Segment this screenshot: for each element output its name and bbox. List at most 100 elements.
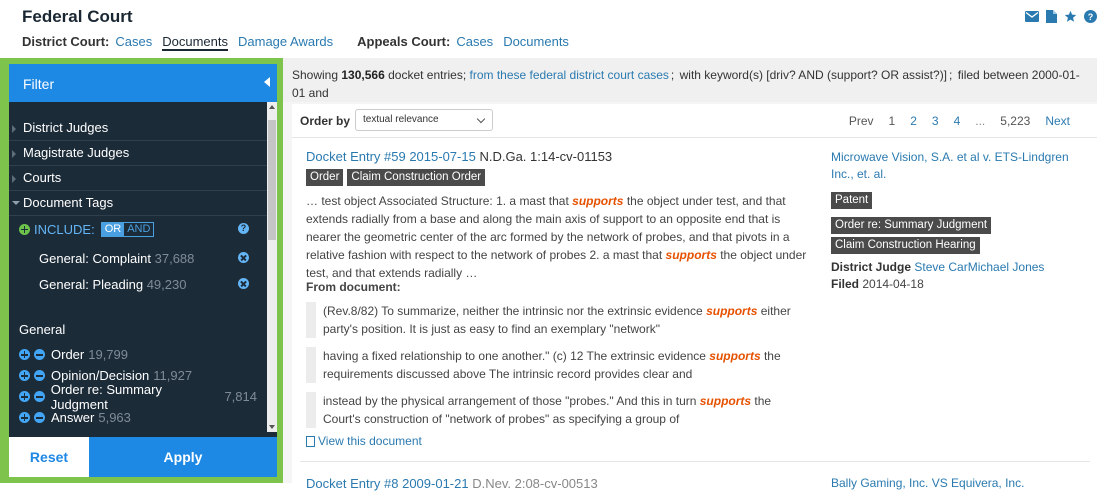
- district-damage-awards-link[interactable]: Damage Awards: [238, 34, 333, 49]
- district-cases-link[interactable]: Cases: [115, 34, 152, 49]
- case-name-link[interactable]: Bally Gaming, Inc. VS Equivera, Inc.: [831, 476, 1024, 490]
- sidebar-scrollbar[interactable]: [267, 102, 277, 432]
- judge-label: District Judge: [831, 260, 912, 274]
- section-magistrate-judges[interactable]: Magistrate Judges: [9, 141, 267, 166]
- header-icons: ?: [1025, 10, 1097, 23]
- help-icon[interactable]: ?: [1084, 10, 1097, 23]
- keyword-filter-text: with keyword(s) [driv? AND (support? OR …: [679, 68, 948, 82]
- remove-icon[interactable]: [238, 278, 249, 289]
- order-by-value: textual relevance: [363, 114, 439, 125]
- filter-item-label: Order: [51, 347, 85, 362]
- reset-button[interactable]: Reset: [9, 437, 89, 477]
- next-page-button[interactable]: Next: [1045, 114, 1070, 128]
- caret-right-icon: [12, 150, 16, 158]
- tag-badge: Claim Construction Order: [347, 169, 486, 186]
- section-label: District Judges: [23, 120, 109, 135]
- judge-link[interactable]: Steve CarMichael Jones: [914, 260, 1044, 274]
- exclude-filter-icon[interactable]: [34, 370, 45, 381]
- document-quote: (Rev.8/82) To summarize, neither the int…: [306, 302, 806, 338]
- remove-icon[interactable]: [238, 252, 249, 263]
- view-document-label[interactable]: View this document: [318, 434, 422, 448]
- svg-text:?: ?: [1088, 12, 1094, 22]
- exclude-filter-icon[interactable]: [34, 349, 45, 360]
- section-label: Courts: [23, 170, 62, 185]
- page-2-link[interactable]: 2: [910, 114, 917, 128]
- result-count: 130,566: [341, 68, 385, 82]
- court-case-number: N.D.Ga. 1:14-cv-01153: [479, 149, 613, 164]
- scroll-down-icon[interactable]: [269, 425, 275, 429]
- summary-showing: Showing: [292, 68, 339, 82]
- add-filter-icon[interactable]: [19, 412, 30, 423]
- tag-count: 37,688: [154, 251, 195, 266]
- last-page-link[interactable]: 5,223: [1000, 114, 1030, 128]
- docket-entry-link[interactable]: Docket Entry #8 2009-01-21: [306, 476, 469, 491]
- document-quote: having a fixed relationship to one anoth…: [306, 347, 806, 383]
- judge-info: District Judge Steve CarMichael Jones: [831, 259, 1081, 276]
- include-row: INCLUDE: OR AND ?: [9, 218, 267, 240]
- court-case-number: D.Nev. 2:08-cv-00513: [472, 476, 598, 491]
- filter-title: Filter: [23, 76, 55, 92]
- keyword-highlight: supports: [699, 394, 752, 408]
- tag-name: General: Pleading: [39, 277, 144, 292]
- keyword-highlight: supports: [572, 194, 624, 208]
- section-label: Magistrate Judges: [23, 145, 130, 160]
- exclude-filter-icon[interactable]: [34, 412, 45, 423]
- sub-navigation: District Court: Cases Documents Damage A…: [22, 34, 579, 51]
- filter-actions: Reset Apply: [9, 437, 277, 477]
- add-filter-icon[interactable]: [19, 391, 30, 402]
- exclude-filter-icon[interactable]: [33, 391, 45, 402]
- view-document-link[interactable]: View this document: [306, 434, 422, 448]
- or-and-toggle[interactable]: OR AND: [100, 221, 155, 237]
- help-circle-icon[interactable]: ?: [238, 223, 249, 234]
- filter-item: Order 19,799: [9, 344, 267, 365]
- order-bar: Order by textual relevance Prev 1 2 3 4 …: [292, 104, 1097, 138]
- add-filter-icon[interactable]: [19, 370, 30, 381]
- page-1: 1: [888, 114, 896, 128]
- entry-side-info: Microwave Vision, S.A. et al v. ETS-Lind…: [831, 149, 1081, 293]
- star-icon[interactable]: [1064, 10, 1077, 23]
- include-label: INCLUDE:: [34, 221, 95, 237]
- envelope-icon[interactable]: [1025, 11, 1039, 22]
- section-district-judges[interactable]: District Judges: [9, 116, 267, 141]
- apply-button[interactable]: Apply: [89, 437, 277, 477]
- section-label: Document Tags: [23, 195, 114, 210]
- scrollbar-thumb[interactable]: [268, 120, 276, 240]
- appeals-documents-link[interactable]: Documents: [503, 34, 569, 49]
- add-filter-icon[interactable]: [19, 349, 30, 360]
- tag-item: General: Complaint 37,688: [9, 246, 267, 270]
- toggle-or[interactable]: OR: [101, 222, 125, 236]
- caret-right-icon: [12, 125, 16, 133]
- pagination-ellipsis: ...: [975, 114, 986, 128]
- group-general-heading: General: [19, 322, 66, 337]
- next-entry-title: Docket Entry #8 2009-01-21 D.Nev. 2:08-c…: [306, 476, 598, 491]
- entry-divider: [300, 461, 1090, 462]
- case-tag-badge: Order re: Summary Judgment: [831, 217, 992, 234]
- docket-entry-link[interactable]: Docket Entry #59 2015-07-15: [306, 149, 476, 164]
- collapse-icon[interactable]: [264, 77, 270, 87]
- scroll-up-icon[interactable]: [269, 105, 275, 109]
- order-by-select[interactable]: textual relevance: [355, 109, 493, 131]
- section-courts[interactable]: Courts: [9, 166, 267, 191]
- page-title: Federal Court: [22, 7, 133, 26]
- filter-item-count: 19,799: [88, 347, 128, 362]
- filter-header: Filter: [9, 64, 277, 102]
- prev-page-button[interactable]: Prev: [849, 114, 874, 128]
- page-3-link[interactable]: 3: [932, 114, 939, 128]
- document-icon[interactable]: [1046, 10, 1057, 23]
- case-name-link[interactable]: Microwave Vision, S.A. et al v. ETS-Lind…: [831, 150, 1069, 181]
- page-header: Federal Court District Court: Cases Docu…: [0, 0, 1097, 58]
- filter-item: Answer 5,963: [9, 407, 267, 428]
- cases-filter-link[interactable]: from these federal district court cases: [470, 68, 669, 82]
- filed-date: 2014-04-18: [862, 277, 924, 291]
- district-documents-link[interactable]: Documents: [162, 34, 228, 51]
- section-document-tags[interactable]: Document Tags: [9, 191, 267, 216]
- toggle-and[interactable]: AND: [124, 223, 153, 236]
- order-by-label: Order by: [300, 114, 351, 128]
- tag-count: 49,230: [146, 277, 187, 292]
- filter-item-count: 5,963: [98, 410, 131, 425]
- page-4-link[interactable]: 4: [954, 114, 961, 128]
- appeals-cases-link[interactable]: Cases: [456, 34, 493, 49]
- tag-name: General: Complaint: [39, 251, 151, 266]
- filter-panel: Filter District Judges Magistrate Judges…: [9, 64, 277, 477]
- case-tag-badge: Claim Construction Hearing: [831, 237, 980, 254]
